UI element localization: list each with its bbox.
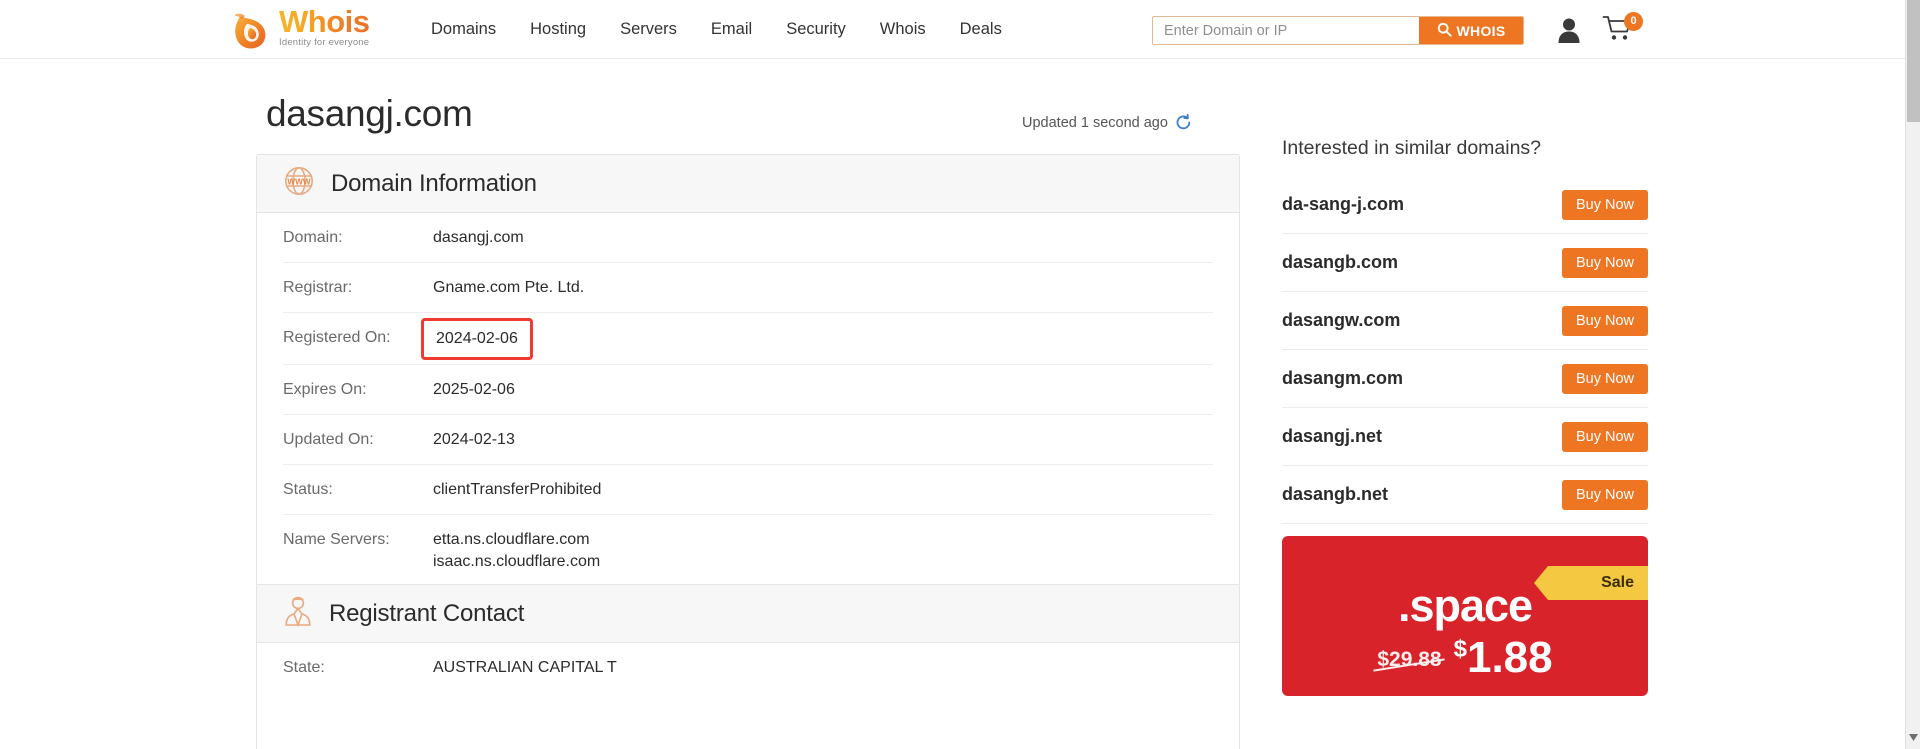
domain-information-header: WWW Domain Information <box>257 155 1239 213</box>
row-value: dasangj.com <box>433 229 524 246</box>
registrant-contact-rows: State: AUSTRALIAN CAPITAL T <box>257 643 1239 692</box>
similar-domain-name[interactable]: dasangj.net <box>1282 426 1382 447</box>
row-value: clientTransferProhibited <box>433 481 602 498</box>
row-key: Registrar: <box>283 279 353 296</box>
list-item: dasangb.com Buy Now <box>1282 234 1648 292</box>
table-row: Status: clientTransferProhibited <box>283 465 1213 515</box>
nameserver-entry: isaac.ns.cloudflare.com <box>433 553 601 570</box>
whois-search-button[interactable]: WHOIS <box>1419 17 1523 44</box>
list-item: dasangb.net Buy Now <box>1282 466 1648 524</box>
last-updated-status: Updated 1 second ago <box>1022 114 1192 131</box>
whois-hand-logo-icon <box>232 12 274 50</box>
page-content: dasangj.com Updated 1 second ago WWW Dom… <box>0 59 1905 749</box>
row-key: Name Servers: <box>283 531 390 548</box>
scrollbar-thumb[interactable] <box>1907 0 1920 122</box>
user-account-icon[interactable] <box>1557 17 1581 43</box>
row-value-highlighted: 2024-02-06 <box>421 318 533 360</box>
row-value: Gname.com Pte. Ltd. <box>433 279 585 296</box>
nav-item-whois[interactable]: Whois <box>863 0 943 59</box>
promo-tld-label: .space <box>1397 580 1533 631</box>
similar-domain-name[interactable]: dasangb.net <box>1282 484 1388 505</box>
buy-now-button[interactable]: Buy Now <box>1561 247 1648 278</box>
nav-item-domains[interactable]: Domains <box>414 0 513 59</box>
similar-domain-name[interactable]: dasangb.com <box>1282 252 1398 273</box>
table-row: State: AUSTRALIAN CAPITAL T <box>283 643 1213 692</box>
row-value: 2024-02-13 <box>433 431 515 448</box>
registrant-contact-card: Registrant Contact State: AUSTRALIAN CAP… <box>256 584 1240 749</box>
buy-now-button[interactable]: Buy Now <box>1561 363 1648 394</box>
person-contact-icon <box>283 595 313 632</box>
nav-item-hosting[interactable]: Hosting <box>513 0 603 59</box>
row-key: Updated On: <box>283 431 374 448</box>
refresh-icon[interactable] <box>1175 114 1192 131</box>
site-header: Whois Identity for everyone Domains Host… <box>0 0 1905 59</box>
similar-domains-title: Interested in similar domains? <box>1282 137 1542 159</box>
similar-domain-name[interactable]: dasangm.com <box>1282 368 1403 389</box>
promo-old-price: $29.88 <box>1377 648 1441 678</box>
promo-new-price: $1.88 <box>1453 635 1553 680</box>
nav-item-email[interactable]: Email <box>694 0 769 59</box>
table-row: Updated On: 2024-02-13 <box>283 415 1213 465</box>
cart-item-count-badge: 0 <box>1624 12 1643 31</box>
similar-domain-name[interactable]: da-sang-j.com <box>1282 194 1404 215</box>
buy-now-button[interactable]: Buy Now <box>1561 189 1648 220</box>
domain-search-box: WHOIS <box>1152 16 1524 45</box>
nav-item-servers[interactable]: Servers <box>603 0 694 59</box>
logo-tagline: Identity for everyone <box>279 37 370 48</box>
table-row-name-servers: Name Servers: etta.ns.cloudflare.com isaa… <box>283 515 1213 586</box>
whois-lookup-page: Whois Identity for everyone Domains Host… <box>0 0 1920 749</box>
domain-information-card: WWW Domain Information Domain: dasangj.c… <box>256 154 1240 587</box>
row-key: Expires On: <box>283 381 367 398</box>
buy-now-button[interactable]: Buy Now <box>1561 421 1648 452</box>
row-value-nameservers: etta.ns.cloudflare.com isaac.ns.cloudflar… <box>433 529 600 573</box>
registrant-contact-header: Registrant Contact <box>257 585 1239 643</box>
row-key: Status: <box>283 481 333 498</box>
promo-new-price-value: 1.88 <box>1466 633 1553 682</box>
search-input[interactable] <box>1153 17 1419 44</box>
buy-now-button[interactable]: Buy Now <box>1561 305 1648 336</box>
search-icon <box>1437 22 1452 40</box>
row-value: 2025-02-06 <box>433 381 515 398</box>
list-item: dasangw.com Buy Now <box>1282 292 1648 350</box>
row-value: AUSTRALIAN CAPITAL T <box>433 659 617 676</box>
chevron-down-icon[interactable] <box>1909 728 1918 746</box>
logo-wordmark: Whois <box>279 3 370 39</box>
registrant-contact-title: Registrant Contact <box>329 599 525 627</box>
buy-now-button[interactable]: Buy Now <box>1561 479 1648 510</box>
whois-search-button-label: WHOIS <box>1456 22 1506 39</box>
list-item: dasangj.net Buy Now <box>1282 408 1648 466</box>
table-row: Domain: dasangj.com <box>283 213 1213 263</box>
list-item: dasangm.com Buy Now <box>1282 350 1648 408</box>
nav-item-security[interactable]: Security <box>769 0 863 59</box>
row-key: Domain: <box>283 229 343 246</box>
site-logo[interactable]: Whois Identity for everyone <box>232 3 370 50</box>
last-updated-label: Updated 1 second ago <box>1022 114 1168 131</box>
row-key: Registered On: <box>283 329 391 346</box>
main-navigation: Domains Hosting Servers Email Security W… <box>414 0 1019 59</box>
promo-currency-symbol: $ <box>1453 635 1467 663</box>
promo-pricing: $29.88 $1.88 <box>1282 635 1648 680</box>
row-key: State: <box>283 659 325 676</box>
shopping-cart-button[interactable]: 0 <box>1602 12 1643 46</box>
domain-information-rows: Domain: dasangj.com Registrar: Gname.com… <box>257 213 1239 586</box>
similar-domains-sidebar: Interested in similar domains? da-sang-j… <box>1282 137 1648 696</box>
space-tld-promo-banner[interactable]: Sale .space $29.88 $1.88 <box>1282 536 1648 696</box>
table-row: Expires On: 2025-02-06 <box>283 365 1213 415</box>
similar-domain-name[interactable]: dasangw.com <box>1282 310 1400 331</box>
list-item: da-sang-j.com Buy Now <box>1282 176 1648 234</box>
page-scrollbar[interactable] <box>1905 0 1920 749</box>
nav-item-deals[interactable]: Deals <box>943 0 1019 59</box>
www-globe-icon: WWW <box>283 165 315 202</box>
domain-information-title: Domain Information <box>331 169 537 197</box>
nameserver-entry: etta.ns.cloudflare.com <box>433 531 590 548</box>
page-title: dasangj.com <box>266 93 473 134</box>
table-row: Registrar: Gname.com Pte. Ltd. <box>283 263 1213 313</box>
table-row-registered-on: Registered On: 2024-02-06 <box>283 313 1213 365</box>
svg-text:WWW: WWW <box>287 177 310 186</box>
